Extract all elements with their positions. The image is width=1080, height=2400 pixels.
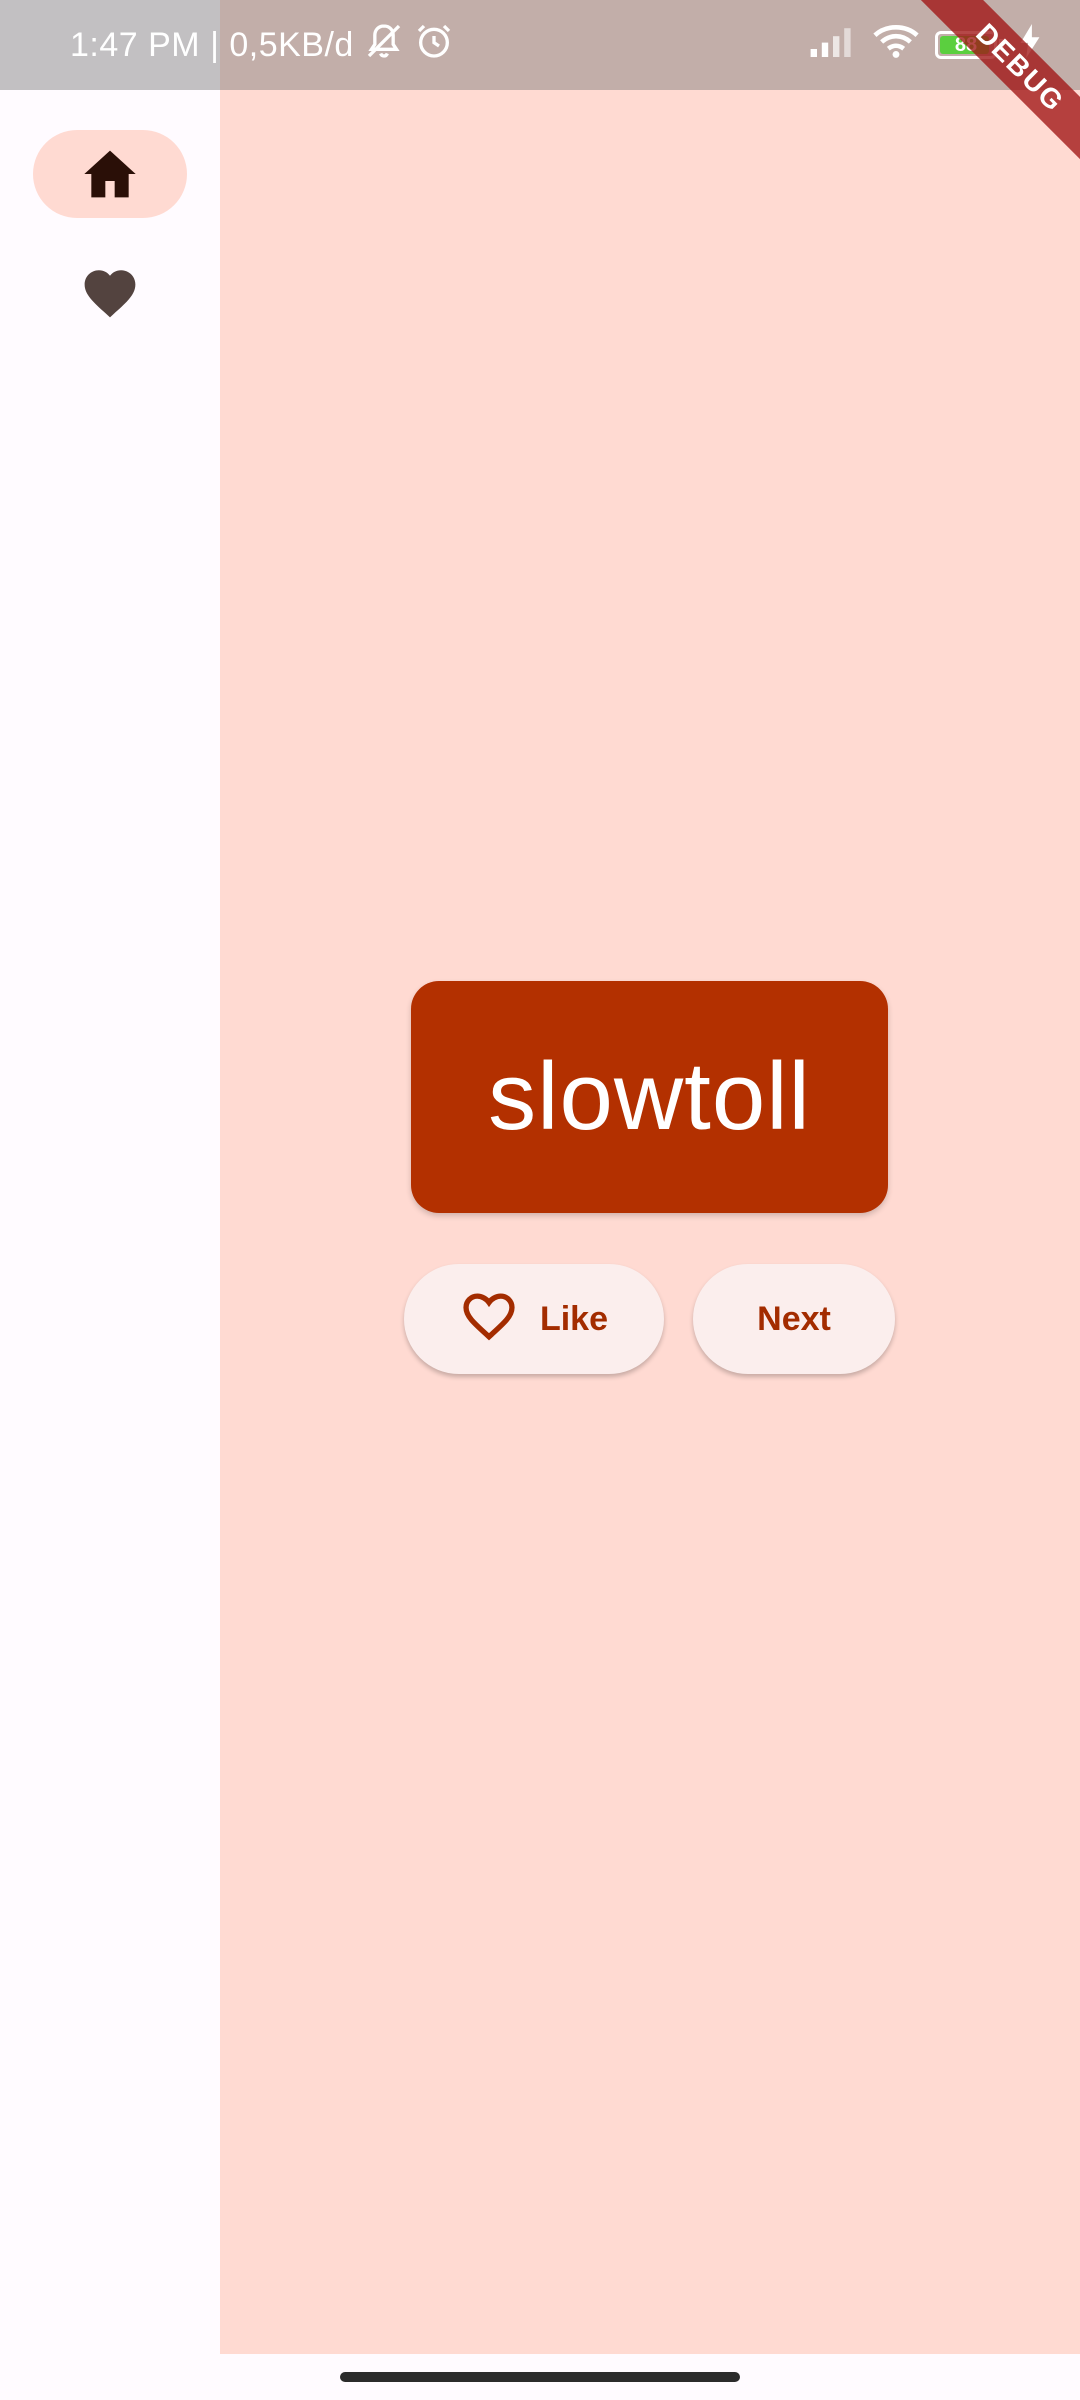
mute-notification-icon (364, 21, 404, 70)
home-icon (82, 148, 138, 200)
word-pair-card: slowtoll (411, 981, 888, 1213)
status-left: 1:47 PM | 0,5KB/d (70, 0, 454, 90)
like-button-label: Like (539, 1299, 609, 1338)
signal-icon (809, 25, 857, 66)
wifi-icon (873, 23, 919, 68)
nav-home-destination[interactable] (33, 130, 187, 218)
next-button-label: Next (757, 1299, 831, 1338)
like-button[interactable]: Like (404, 1264, 664, 1374)
nav-favorites-destination[interactable] (33, 248, 187, 336)
status-time-info: 1:47 PM | 0,5KB/d (70, 25, 354, 64)
heart-outline-icon (460, 1288, 518, 1351)
heart-icon (81, 265, 139, 319)
navigation-rail (0, 90, 220, 2354)
status-bar: 1:47 PM | 0,5KB/d (0, 0, 1080, 90)
word-pair-text: slowtoll (488, 1043, 811, 1150)
app-screen: 1:47 PM | 0,5KB/d DEBUG slowtoll Like Ne… (0, 0, 1080, 2400)
gesture-navigation-bar[interactable] (340, 2372, 740, 2382)
next-button[interactable]: Next (693, 1264, 895, 1374)
alarm-icon (414, 21, 454, 70)
